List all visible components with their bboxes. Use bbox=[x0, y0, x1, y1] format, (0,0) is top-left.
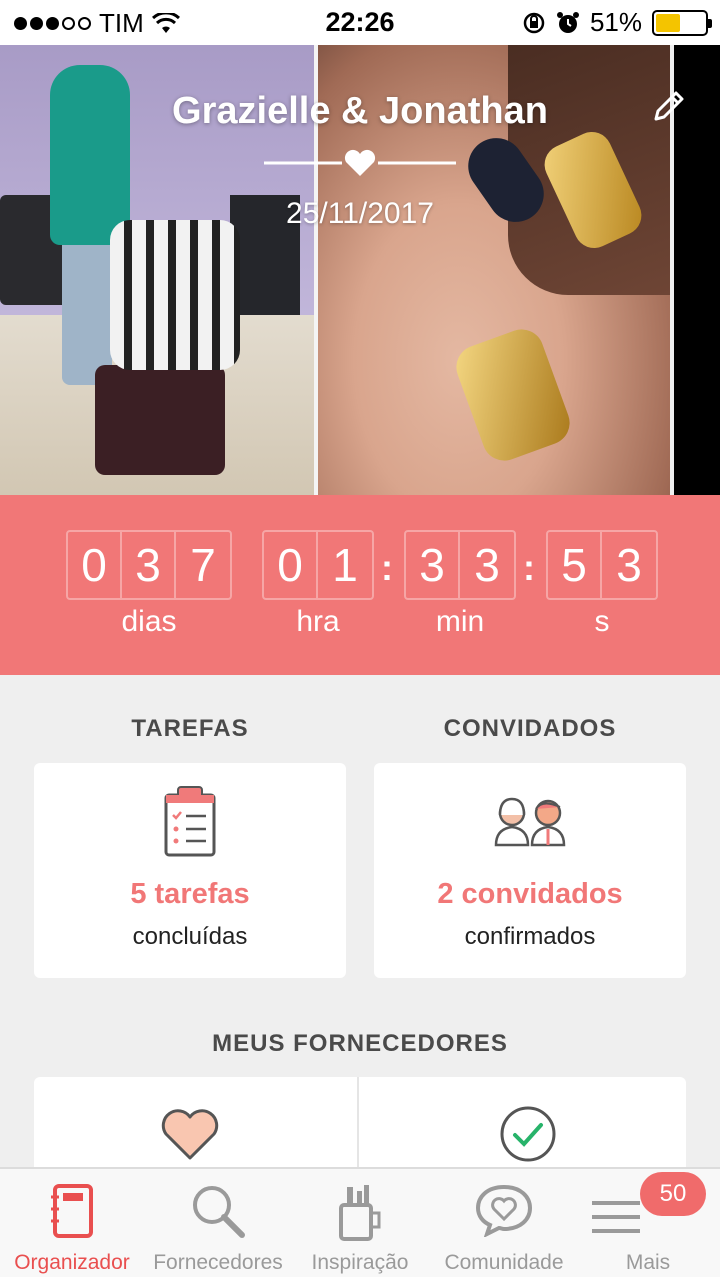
countdown-minutes: 3 3 bbox=[404, 530, 516, 600]
battery-percent: 51% bbox=[589, 7, 642, 37]
tasks-title: TAREFAS bbox=[131, 715, 249, 742]
pencil-icon[interactable] bbox=[648, 87, 688, 127]
tasks-status: concluídas bbox=[132, 923, 248, 950]
wedding-date: 25/11/2017 bbox=[286, 197, 434, 230]
hours-digit: 0 bbox=[264, 532, 318, 598]
rotation-lock-icon bbox=[523, 12, 545, 33]
search-icon bbox=[193, 1186, 245, 1238]
heart-icon bbox=[161, 1109, 219, 1160]
guests-count: 2 convidados bbox=[437, 878, 623, 910]
clipboard-checklist-icon bbox=[164, 786, 216, 857]
minutes-digit: 3 bbox=[474, 539, 500, 591]
couple-header: Grazielle & Jonathan 25/11/2017 bbox=[0, 45, 720, 495]
heart-divider-icon bbox=[264, 149, 456, 176]
tab-organizador[interactable]: Organizador bbox=[0, 1169, 144, 1277]
seconds-label: s bbox=[594, 605, 610, 638]
check-circle-icon bbox=[500, 1106, 556, 1162]
days-digit: 7 bbox=[190, 539, 216, 591]
tab-label: Fornecedores bbox=[153, 1251, 283, 1274]
time-separator: : bbox=[523, 547, 535, 588]
couple-icon bbox=[494, 797, 566, 847]
tab-fornecedores[interactable]: Fornecedores bbox=[146, 1169, 290, 1277]
tab-inspiracao[interactable]: Inspiração bbox=[292, 1169, 428, 1277]
countdown-days: 0 3 7 bbox=[66, 530, 232, 600]
guests-status: confirmados bbox=[464, 923, 596, 950]
battery-fill bbox=[656, 13, 681, 32]
seconds-digit: 3 bbox=[616, 539, 642, 591]
hours-label: hra bbox=[296, 605, 340, 638]
tab-label: Comunidade bbox=[444, 1251, 564, 1274]
wedding-countdown: 0 3 7 dias 0 1 hra : 3 3 min : 5 3 s bbox=[0, 495, 720, 675]
tab-comunidade[interactable]: Comunidade bbox=[436, 1169, 572, 1277]
days-digit: 0 bbox=[68, 532, 122, 598]
seconds-digit: 5 bbox=[548, 532, 602, 598]
status-right: 51% bbox=[522, 7, 712, 38]
minutes-label: min bbox=[435, 605, 485, 638]
guests-title: CONVIDADOS bbox=[443, 715, 617, 742]
tasks-count: 5 tarefas bbox=[130, 878, 250, 910]
battery-icon bbox=[652, 9, 712, 36]
tab-label: Inspiração bbox=[311, 1251, 409, 1274]
vendors-title: MEUS FORNECEDORES bbox=[212, 1030, 508, 1057]
guests-card[interactable]: 2 convidados confirmados bbox=[374, 763, 686, 978]
hours-digit: 1 bbox=[332, 539, 358, 591]
couple-names: Grazielle & Jonathan bbox=[172, 90, 548, 132]
days-digit: 3 bbox=[122, 532, 176, 598]
menu-icon bbox=[592, 1201, 640, 1233]
bottom-tab-bar: Organizador Fornecedores Inspiração Comu… bbox=[0, 1167, 720, 1277]
app-screen: TIM 22:26 51% Grazielle & Jonathan 25/11… bbox=[0, 0, 720, 1277]
cup-tools-icon bbox=[339, 1185, 381, 1241]
chat-heart-icon bbox=[475, 1184, 533, 1237]
tab-label: Mais bbox=[625, 1251, 671, 1274]
minutes-digit: 3 bbox=[406, 532, 460, 598]
notebook-icon bbox=[51, 1184, 93, 1238]
notification-badge: 50 bbox=[640, 1172, 706, 1216]
tasks-card[interactable]: 5 tarefas concluídas bbox=[34, 763, 346, 978]
time-separator: : bbox=[381, 547, 393, 588]
tab-label: Organizador bbox=[14, 1251, 130, 1274]
status-bar: TIM 22:26 51% bbox=[0, 0, 720, 45]
countdown-seconds: 5 3 bbox=[546, 530, 658, 600]
days-label: dias bbox=[121, 605, 177, 638]
countdown-hours: 0 1 bbox=[262, 530, 374, 600]
alarm-icon bbox=[556, 11, 579, 33]
